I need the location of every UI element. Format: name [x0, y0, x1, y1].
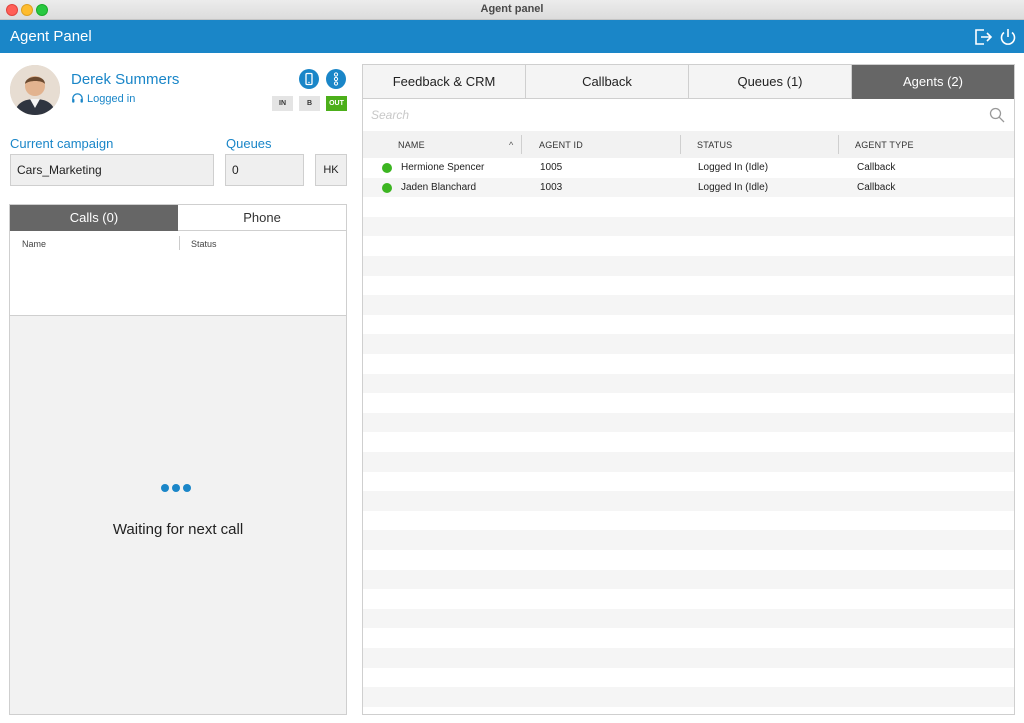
empty-table-row [363, 608, 1014, 629]
agent-type-cell: Callback [857, 162, 896, 173]
tab-calls[interactable]: Calls (0) [10, 205, 178, 231]
mode-in-button[interactable]: IN [272, 96, 293, 111]
agent-name-cell: Hermione Spencer [401, 162, 485, 173]
empty-table-row [363, 432, 1014, 452]
calls-list: Name Status [10, 231, 346, 316]
agent-avatar [10, 65, 60, 115]
calls-column-status[interactable]: Status [191, 239, 217, 249]
tab-callback[interactable]: Callback [526, 65, 689, 99]
empty-table-row [363, 668, 1014, 688]
agents-table-header: NAME ^ AGENT ID STATUS AGENT TYPE [363, 131, 1014, 158]
agent-type-cell: Callback [857, 181, 896, 193]
phone-device-button[interactable] [299, 69, 319, 89]
empty-table-row [363, 589, 1014, 609]
empty-table-row [363, 511, 1014, 531]
empty-table-row [363, 256, 1014, 276]
empty-table-row [363, 236, 1014, 256]
waiting-message: Waiting for next call [112, 521, 244, 538]
status-indicator-icon [382, 182, 392, 193]
empty-table-row [363, 334, 1014, 354]
empty-table-row [363, 354, 1014, 374]
logout-icon[interactable] [973, 27, 993, 47]
app-header: Agent Panel [0, 20, 1024, 53]
window-titlebar: Agent panel [0, 0, 1024, 20]
column-header-status[interactable]: STATUS [697, 140, 732, 150]
column-divider [521, 135, 522, 154]
power-icon[interactable] [998, 27, 1018, 47]
search-icon[interactable] [989, 107, 1005, 128]
search-bar [363, 99, 1014, 131]
agent-status-label: Logged in [87, 93, 136, 105]
empty-table-row [363, 452, 1014, 472]
empty-table-row [363, 315, 1014, 335]
empty-table-row [363, 197, 1014, 217]
table-row[interactable]: Hermione Spencer 1005 Logged In (Idle) Call… [363, 158, 1014, 178]
app-title: Agent Panel [10, 28, 92, 45]
empty-table-row [363, 550, 1014, 570]
queues-count-field: 0 [225, 154, 304, 186]
column-header-name[interactable]: NAME [398, 140, 425, 150]
empty-table-row [363, 648, 1014, 668]
agent-status-cell: Logged In (Idle) [698, 181, 769, 193]
column-divider [179, 236, 180, 250]
mode-out-button[interactable]: OUT [326, 96, 347, 111]
calls-column-name[interactable]: Name [22, 239, 46, 249]
headset-icon [71, 92, 84, 108]
campaign-field: Cars_Marketing [10, 154, 214, 186]
empty-table-row [363, 628, 1014, 648]
empty-table-row [363, 412, 1014, 433]
empty-table-row [363, 276, 1014, 296]
window-title: Agent panel [480, 3, 544, 15]
empty-table-row [363, 373, 1014, 394]
agent-id-cell: 1005 [540, 162, 563, 173]
agents-table-body: Hermione Spencer 1005 Logged In (Idle) Call… [363, 158, 1014, 714]
agent-id-cell: 1003 [540, 181, 563, 193]
status-indicator-icon [382, 163, 392, 173]
column-header-agent-type[interactable]: AGENT TYPE [855, 140, 914, 150]
tab-feedback-crm[interactable]: Feedback & CRM [363, 65, 526, 99]
calls-tabs: Calls (0) Phone [10, 205, 346, 231]
empty-table-row [363, 472, 1014, 492]
column-divider [838, 135, 839, 154]
mode-break-button[interactable]: B [299, 96, 320, 111]
search-input[interactable] [371, 105, 971, 125]
sort-ascending-icon[interactable]: ^ [509, 140, 513, 150]
empty-table-row [363, 491, 1014, 511]
agent-name: Derek Summers [71, 71, 180, 88]
empty-table-row [363, 687, 1014, 707]
calls-panel: Calls (0) Phone Name Status Waiting for … [9, 204, 347, 715]
tab-queues[interactable]: Queues (1) [689, 65, 852, 99]
waiting-dots-icon [161, 484, 191, 492]
column-divider [680, 135, 681, 154]
empty-table-row [363, 216, 1014, 237]
hk-button[interactable]: HK [315, 154, 347, 186]
column-header-agent-id[interactable]: AGENT ID [539, 140, 583, 150]
more-options-button[interactable] [326, 69, 346, 89]
table-row[interactable]: Jaden Blanchard 1003 Logged In (Idle) Callb… [363, 177, 1014, 198]
agent-name-cell: Jaden Blanchard [401, 181, 477, 193]
main-tabs: Feedback & CRM Callback Queues (1) Agent… [363, 65, 1014, 99]
main-panel: Feedback & CRM Callback Queues (1) Agent… [362, 64, 1015, 715]
queues-label: Queues [226, 136, 272, 151]
agent-login-status: Logged in [71, 92, 135, 108]
empty-table-row [363, 393, 1014, 413]
empty-table-row [363, 530, 1014, 550]
empty-table-row [363, 569, 1014, 590]
tab-agents[interactable]: Agents (2) [852, 65, 1014, 99]
empty-table-row [363, 295, 1014, 315]
campaign-label: Current campaign [10, 136, 114, 151]
agent-status-cell: Logged In (Idle) [698, 162, 769, 173]
tab-phone[interactable]: Phone [178, 205, 346, 231]
